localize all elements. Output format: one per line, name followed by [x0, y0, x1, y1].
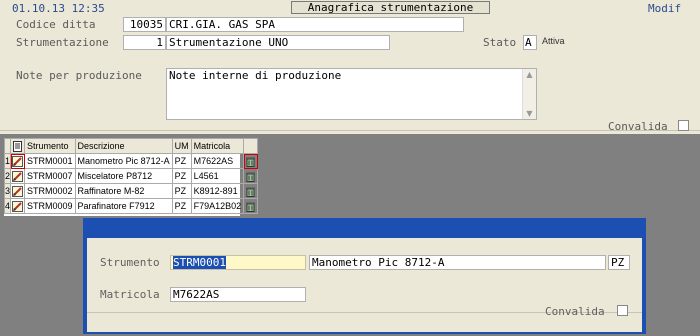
edit-row-button[interactable]: [10, 168, 26, 184]
dialog-matricola-field[interactable]: M7622AS: [170, 287, 306, 302]
note-label: Note per produzione: [16, 69, 142, 82]
stato-field[interactable]: A: [523, 35, 537, 50]
dialog-strumento-selection: STRM0001: [173, 256, 226, 269]
dialog-strumento-label: Strumento: [100, 256, 160, 269]
trash-icon: [246, 172, 256, 182]
stato-label: Stato: [483, 36, 517, 49]
edit-pencil-icon: [12, 200, 24, 212]
divider: [0, 130, 700, 131]
dialog-um-field: PZ: [608, 255, 630, 270]
dialog-strumento-field[interactable]: STRM0001: [170, 255, 306, 270]
cell-strumento: STRM0002: [24, 183, 76, 199]
col-actions: [243, 138, 259, 154]
delete-row-button[interactable]: [243, 153, 259, 169]
codice-ditta-label: Codice ditta: [16, 18, 96, 31]
cell-matricola: M7622AS: [190, 153, 245, 169]
cell-um: PZ: [171, 183, 192, 199]
col-um[interactable]: UM: [171, 138, 192, 154]
dialog-convalida-label: Convalida: [545, 305, 605, 318]
mode-indicator: Modif: [648, 2, 682, 15]
company-name-field: CRI.GIA. GAS SPA: [166, 17, 464, 32]
edit-row-button[interactable]: [10, 183, 26, 199]
cell-um: PZ: [171, 153, 192, 169]
cell-descrizione: Raffinatore M-82: [74, 183, 173, 199]
new-row-button[interactable]: [10, 138, 26, 154]
dialog-strumento-desc: Manometro Pic 8712-A: [309, 255, 606, 270]
table-row[interactable]: 3 STRM0002 Raffinatore M-82 PZ K8912-891: [3, 183, 259, 199]
cell-matricola: L4561: [190, 168, 245, 184]
codice-ditta-field[interactable]: 10035: [123, 17, 166, 32]
delete-row-button[interactable]: [243, 198, 259, 214]
strumentazione-field[interactable]: 1: [123, 35, 166, 50]
dialog-convalida-checkbox[interactable]: [617, 305, 628, 316]
cell-matricola: F79A12B02: [190, 198, 245, 214]
strumentazione-desc-field[interactable]: Strumentazione UNO: [166, 35, 390, 50]
edit-pencil-icon: [12, 155, 24, 167]
cell-descrizione: Manometro Pic 8712-A: [74, 153, 173, 169]
note-scrollbar[interactable]: ▲ ▼: [522, 69, 536, 119]
convalida-checkbox[interactable]: [678, 120, 689, 131]
table-row[interactable]: 2 STRM0007 Miscelatore P8712 PZ L4561: [3, 168, 259, 184]
header-panel: 01.10.13 12:35 Anagrafica strumentazione…: [0, 0, 700, 134]
col-matricola[interactable]: Matricola: [190, 138, 245, 154]
new-document-icon: [13, 140, 23, 152]
col-descrizione[interactable]: Descrizione: [74, 138, 173, 154]
strumentazione-label: Strumentazione: [16, 36, 109, 49]
cell-um: PZ: [171, 198, 192, 214]
trash-icon: [246, 187, 256, 197]
dialog-body: Strumento STRM0001 Manometro Pic 8712-A …: [87, 238, 642, 332]
scroll-up-icon[interactable]: ▲: [525, 70, 534, 79]
row-edit-dialog: Strumento STRM0001 Manometro Pic 8712-A …: [83, 218, 646, 334]
delete-row-button[interactable]: [243, 183, 259, 199]
dialog-titlebar[interactable]: [83, 218, 646, 238]
dialog-matricola-label: Matricola: [100, 288, 160, 301]
cell-descrizione: Parafinatore F7912: [74, 198, 173, 214]
edit-row-button[interactable]: [10, 153, 26, 169]
convalida-label: Convalida: [608, 120, 668, 133]
cell-strumento: STRM0001: [24, 153, 76, 169]
edit-pencil-icon: [12, 185, 24, 197]
window-title: Anagrafica strumentazione: [291, 1, 490, 14]
cell-descrizione: Miscelatore P8712: [74, 168, 173, 184]
note-text: Note interne di produzione: [169, 69, 342, 82]
scroll-down-icon[interactable]: ▼: [525, 109, 534, 118]
delete-row-button[interactable]: [243, 168, 259, 184]
cell-strumento: STRM0009: [24, 198, 76, 214]
col-strumento[interactable]: Strumento: [24, 138, 76, 154]
datetime: 01.10.13 12:35: [12, 2, 105, 15]
grid-header-row: Strumento Descrizione UM Matricola: [3, 138, 259, 154]
stato-desc: Attiva: [542, 36, 565, 46]
trash-icon: [246, 202, 256, 212]
edit-row-button[interactable]: [10, 198, 26, 214]
cell-um: PZ: [171, 168, 192, 184]
cell-strumento: STRM0007: [24, 168, 76, 184]
edit-pencil-icon: [12, 170, 24, 182]
note-textarea[interactable]: Note interne di produzione ▲ ▼: [166, 68, 537, 120]
table-row[interactable]: 4 STRM0009 Parafinatore F7912 PZ F79A12B…: [3, 198, 259, 214]
instrument-grid: Strumento Descrizione UM Matricola 1 STR…: [3, 138, 259, 216]
trash-icon: [246, 157, 256, 167]
table-row[interactable]: 1 STRM0001 Manometro Pic 8712-A PZ M7622…: [3, 153, 259, 169]
cell-matricola: K8912-891: [190, 183, 245, 199]
